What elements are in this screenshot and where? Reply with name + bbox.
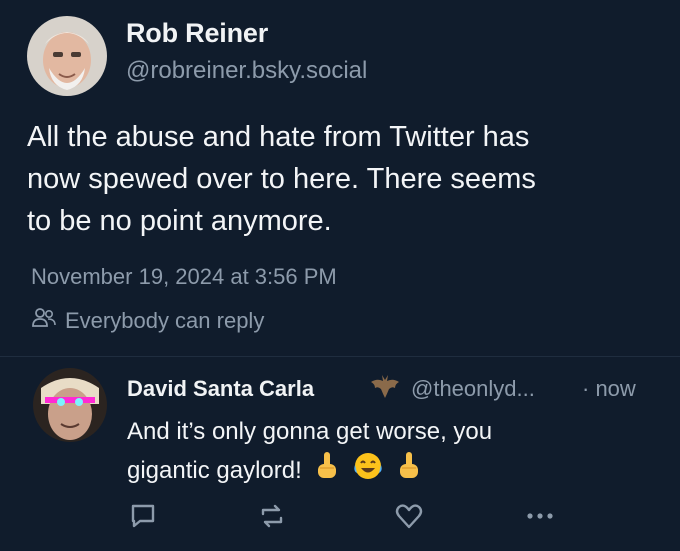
post-text-line: now spewed over to here. There seems — [27, 163, 536, 195]
heart-icon[interactable] — [394, 501, 424, 531]
middle-finger-emoji — [396, 450, 422, 493]
post-text: All the abuse and hate from Twitter has … — [27, 116, 667, 242]
post-text-line: to be no point anymore. — [27, 205, 332, 237]
repost-icon[interactable] — [257, 501, 287, 531]
reply-text-line: And it’s only gonna get worse, you — [127, 418, 493, 445]
people-icon — [31, 307, 57, 335]
comment-icon[interactable] — [128, 501, 158, 531]
reply-setting-label: Everybody can reply — [65, 308, 265, 333]
reply-text: And it’s only gonna get worse, you gigan… — [127, 414, 627, 493]
reply-setting[interactable]: Everybody can reply — [31, 307, 264, 335]
reply-text-line-2: gigantic gaylord! — [127, 456, 302, 484]
reply-time: · now — [582, 376, 636, 401]
author-avatar[interactable] — [27, 16, 107, 96]
more-icon[interactable] — [525, 501, 555, 531]
bat-icon — [369, 372, 401, 407]
reply-handle[interactable]: @theonlyd... — [411, 376, 535, 402]
author-handle[interactable]: @robreiner.bsky.social — [126, 57, 367, 85]
reply-display-name[interactable]: David Santa Carla — [127, 376, 314, 402]
divider — [0, 356, 680, 357]
post-text-line: All the abuse and hate from Twitter has — [27, 121, 530, 153]
reply-text-line: gigantic gaylord! — [127, 450, 627, 493]
reply-avatar[interactable] — [33, 368, 107, 442]
middle-finger-emoji — [314, 450, 340, 493]
author-display-name[interactable]: Rob Reiner — [126, 18, 268, 49]
post-timestamp: November 19, 2024 at 3:56 PM — [31, 264, 337, 289]
laughing-crying-emoji — [353, 451, 383, 492]
